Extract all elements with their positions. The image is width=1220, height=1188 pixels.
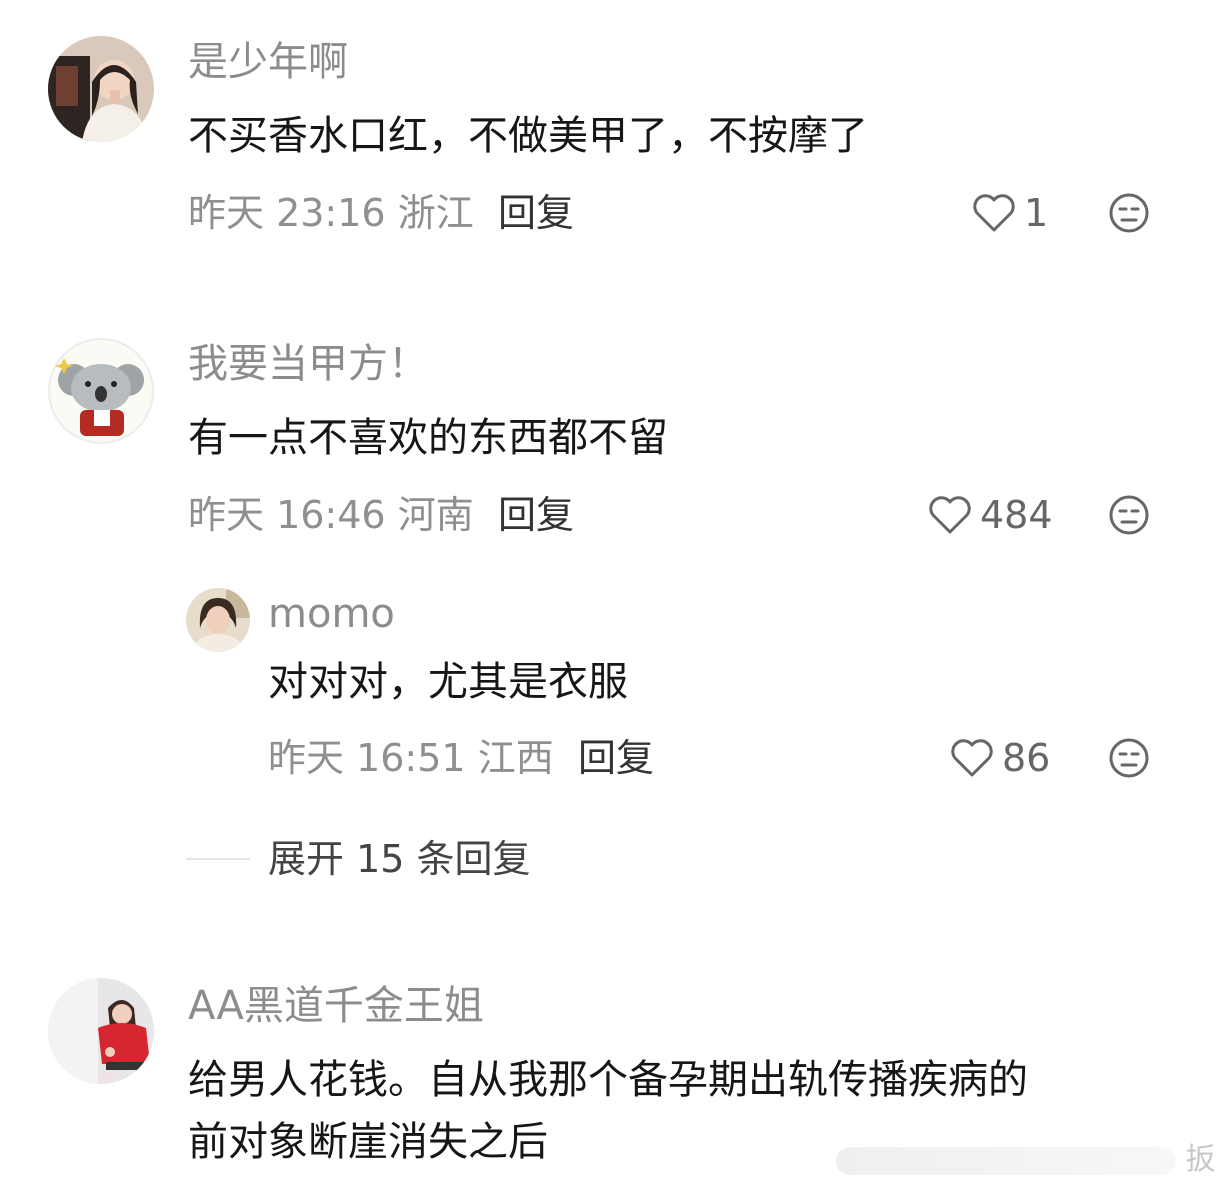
like-count: 86	[1002, 736, 1051, 780]
expand-replies-button[interactable]: 展开 15 条回复	[268, 836, 531, 882]
avatar[interactable]	[48, 338, 154, 444]
username[interactable]: 我要当甲方！	[188, 340, 428, 388]
username[interactable]: 是少年啊	[188, 38, 348, 86]
like-button[interactable]: 484	[928, 492, 1053, 538]
timestamp: 昨天 16:51	[268, 736, 466, 780]
reply-button[interactable]: 回复	[498, 190, 574, 236]
like-button[interactable]: 86	[950, 735, 1050, 781]
dislike-button[interactable]	[1108, 192, 1150, 234]
location: 江西	[477, 736, 554, 780]
comment-time: 昨天 23:16 浙江	[188, 190, 474, 236]
timestamp: 昨天 16:46	[188, 493, 386, 537]
like-count: 1	[1024, 191, 1049, 235]
comment-text: 不买香水口红，不做美甲了，不按摩了	[188, 113, 868, 159]
username[interactable]: momo	[268, 590, 395, 638]
comment-text-line-2: 前对象断崖消失之后	[188, 1119, 548, 1165]
comment-time: 昨天 16:51 江西	[268, 735, 554, 781]
heart-icon	[929, 496, 971, 534]
comment-time: 昨天 16:46 河南	[188, 492, 474, 538]
heart-icon	[973, 194, 1015, 232]
watermark: 扳	[836, 1142, 1216, 1178]
comment-text-line-1: 给男人花钱。自从我那个备孕期出轨传播疾病的	[188, 1057, 1028, 1103]
location: 浙江	[397, 191, 474, 235]
username[interactable]: AA黑道千金王姐	[188, 982, 484, 1030]
reply-button[interactable]: 回复	[578, 735, 654, 781]
like-count: 484	[980, 493, 1053, 537]
avatar[interactable]	[186, 588, 250, 652]
dislike-button[interactable]	[1108, 494, 1150, 536]
dislike-button[interactable]	[1108, 737, 1150, 779]
heart-icon	[951, 739, 993, 777]
location: 河南	[397, 493, 474, 537]
comment-text: 有一点不喜欢的东西都不留	[188, 415, 668, 461]
weibo-logo-icon	[836, 1146, 1176, 1175]
unamused-face-icon	[1109, 495, 1149, 535]
like-button[interactable]: 1	[972, 190, 1048, 236]
reply-button[interactable]: 回复	[498, 492, 574, 538]
timestamp: 昨天 23:16	[188, 191, 386, 235]
unamused-face-icon	[1109, 738, 1149, 778]
avatar[interactable]	[48, 36, 154, 142]
watermark-text: 扳	[1185, 1142, 1216, 1177]
unamused-face-icon	[1109, 193, 1149, 233]
divider	[186, 858, 250, 860]
comment-text: 对对对，尤其是衣服	[268, 659, 628, 705]
avatar[interactable]	[48, 978, 154, 1084]
